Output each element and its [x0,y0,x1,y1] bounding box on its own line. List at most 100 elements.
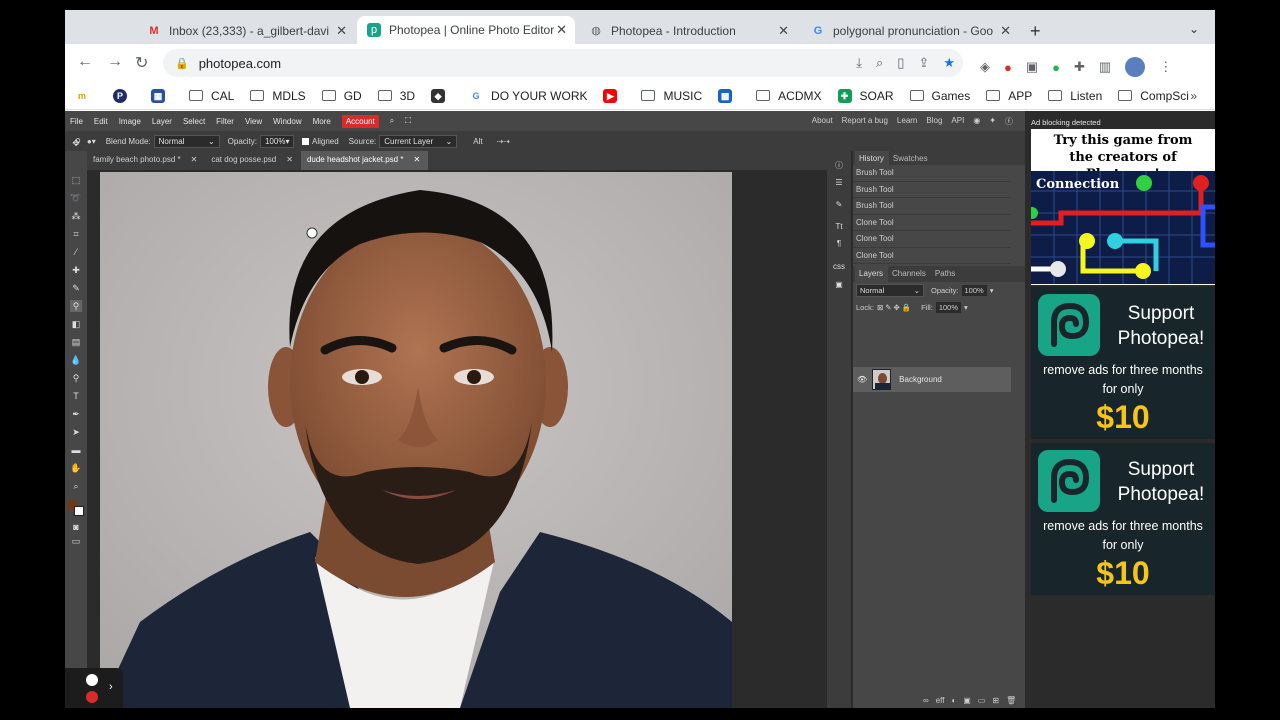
account-button[interactable]: Account [341,114,379,128]
install-icon[interactable]: ⤓ [856,55,862,71]
bookmark-icon-pltw[interactable]: P [113,88,135,103]
bookmark-app[interactable]: APP [986,89,1032,103]
layer-opacity-input[interactable]: 100% [961,285,987,296]
fill-input[interactable]: 100% [935,302,961,313]
properties-icon[interactable]: ☰ [833,178,845,190]
lock-icons[interactable]: ⊠✎✥🔒 [877,303,913,312]
history-item[interactable]: Brush Tool [853,198,1011,215]
character-icon[interactable]: Tt [833,222,845,234]
menu-layer[interactable]: Layer [152,117,172,126]
twitter-icon[interactable]: ✦ [989,116,996,127]
close-icon[interactable]: ✕ [778,23,789,39]
facebook-icon[interactable]: ⓕ [1005,116,1013,127]
dropdown-icon[interactable]: ▾ [990,286,994,295]
tab-google[interactable]: G polygonal pronunciation - Goo ✕ [801,18,1019,44]
bookmark-gd[interactable]: GD [321,89,362,103]
css-icon[interactable]: css [833,262,845,274]
puzzle-icon[interactable]: ✚ [1074,59,1085,75]
canvas-area[interactable] [87,170,827,708]
bookmark-youtube[interactable]: ▶ [603,88,625,103]
source-select[interactable]: Current Layer ⌄ [379,134,458,148]
fullscreen-icon[interactable]: ⛶ [405,116,411,126]
bookmark-3d[interactable]: 3D [377,89,415,103]
tab-swatches[interactable]: Swatches [889,151,933,165]
sidepanel-icon[interactable]: ▥ [1099,59,1111,75]
zoom-tool-icon[interactable]: ⌕ [70,480,82,492]
menu-learn[interactable]: Learn [897,116,917,127]
menu-icon[interactable]: ⋮ [1159,59,1172,75]
share-icon[interactable]: ⇪ [918,55,929,71]
move-tool-icon[interactable]: ✥ [70,137,82,149]
menu-report-bug[interactable]: Report a bug [842,116,888,127]
menu-select[interactable]: Select [183,117,205,126]
chevron-right-icon[interactable]: › [109,681,113,693]
bookmark-acdmx[interactable]: ACDMX [756,89,822,103]
crop-tool-icon[interactable]: ⌗ [70,228,82,240]
pause-icon[interactable] [86,674,98,686]
history-item[interactable]: Brush Tool [853,182,1011,198]
stop-icon[interactable] [86,691,98,703]
eye-icon[interactable]: 👁 [857,375,867,384]
history-item[interactable]: Clone Tool [853,248,1011,264]
type-tool-icon[interactable]: T [70,390,82,402]
close-icon[interactable]: ✕ [556,22,567,38]
mask-icon[interactable]: ▣ [963,696,971,705]
bookmark-music[interactable]: MUSIC [641,89,702,103]
menu-about[interactable]: About [812,116,833,127]
reload-icon[interactable]: ↻ [135,53,148,73]
bookmark-soar[interactable]: ✚ SOAR [837,88,894,103]
bookmark-mdls[interactable]: MDLS [250,89,306,103]
menu-edit[interactable]: Edit [94,117,108,126]
brush-preset-icon[interactable]: ●▾ [87,137,96,146]
bookmark-compsci[interactable]: CompSci [1118,89,1189,103]
layer-row[interactable]: 👁 Background [853,367,1011,392]
aligned-checkbox[interactable] [301,137,309,145]
quick-mask-icon[interactable]: ◙ [70,521,82,533]
menu-blog[interactable]: Blog [926,116,942,127]
effects-icon[interactable]: eff [936,696,945,705]
tab-gmail[interactable]: M Inbox (23,333) - a_gilbert-davi ✕ [137,18,355,44]
healing-tool-icon[interactable]: ✚ [70,264,82,276]
dropdown-icon[interactable]: ▾ [964,303,968,312]
close-icon[interactable]: ✕ [336,23,347,39]
path-select-icon[interactable]: ➤ [70,426,82,438]
tab-paths[interactable]: Paths [931,266,960,282]
pen-tool-icon[interactable]: ✒ [70,408,82,420]
extension-icon[interactable]: ▣ [1026,59,1038,75]
back-icon[interactable]: ← [77,53,93,71]
info-icon[interactable]: ⓘ [833,160,845,172]
history-item[interactable]: Clone Tool [853,215,1011,231]
history-item[interactable]: Clone Tool [853,231,1011,248]
tab-search-icon[interactable]: ⌄ [1189,22,1199,36]
menu-window[interactable]: Window [273,117,301,126]
bookmark-star-icon[interactable]: ★ [943,55,955,71]
menu-image[interactable]: Image [119,117,141,126]
bookmark-games[interactable]: Games [909,89,970,103]
page-icon[interactable]: ▯ [897,55,904,71]
avatar[interactable] [1125,57,1146,77]
paragraph-icon[interactable]: ¶ [833,239,845,251]
bookmark-icon-m[interactable]: m [75,89,97,103]
dodge-tool-icon[interactable]: ⚲ [70,372,82,384]
new-layer-icon[interactable]: ⊞ [992,696,999,705]
support-ad[interactable]: Support Photopea! remove ads for three m… [1031,287,1215,439]
bookmark-cube[interactable]: ◆ [431,88,453,103]
extension-icon[interactable]: ◈ [980,59,990,75]
close-icon[interactable]: ✕ [1000,23,1011,39]
gradient-tool-icon[interactable]: ▤ [70,336,82,348]
eyedropper-icon[interactable]: ⁄ [70,246,82,258]
extension-icon[interactable]: ● [1004,60,1012,75]
adjustment-icon[interactable]: ◐ [951,696,956,705]
close-icon[interactable]: ✕ [191,155,198,170]
clone-stamp-tool-icon[interactable]: ⚲ [70,300,82,312]
bookmark-app-icon[interactable]: ▩ [718,88,740,103]
hand-tool-icon[interactable]: ✋ [70,462,82,474]
forward-icon[interactable]: → [107,53,123,71]
marquee-tool-icon[interactable]: ⬚ [70,174,82,186]
tab-photopea[interactable]: p Photopea | Online Photo Editor ✕ [357,16,575,44]
zoom-icon[interactable]: ⌕ [876,55,883,71]
trash-icon[interactable]: 🗑 [1006,696,1016,705]
bookmark-cal[interactable]: CAL [189,89,234,103]
headshot-photo[interactable] [100,172,732,708]
blur-tool-icon[interactable]: 💧 [70,354,82,366]
